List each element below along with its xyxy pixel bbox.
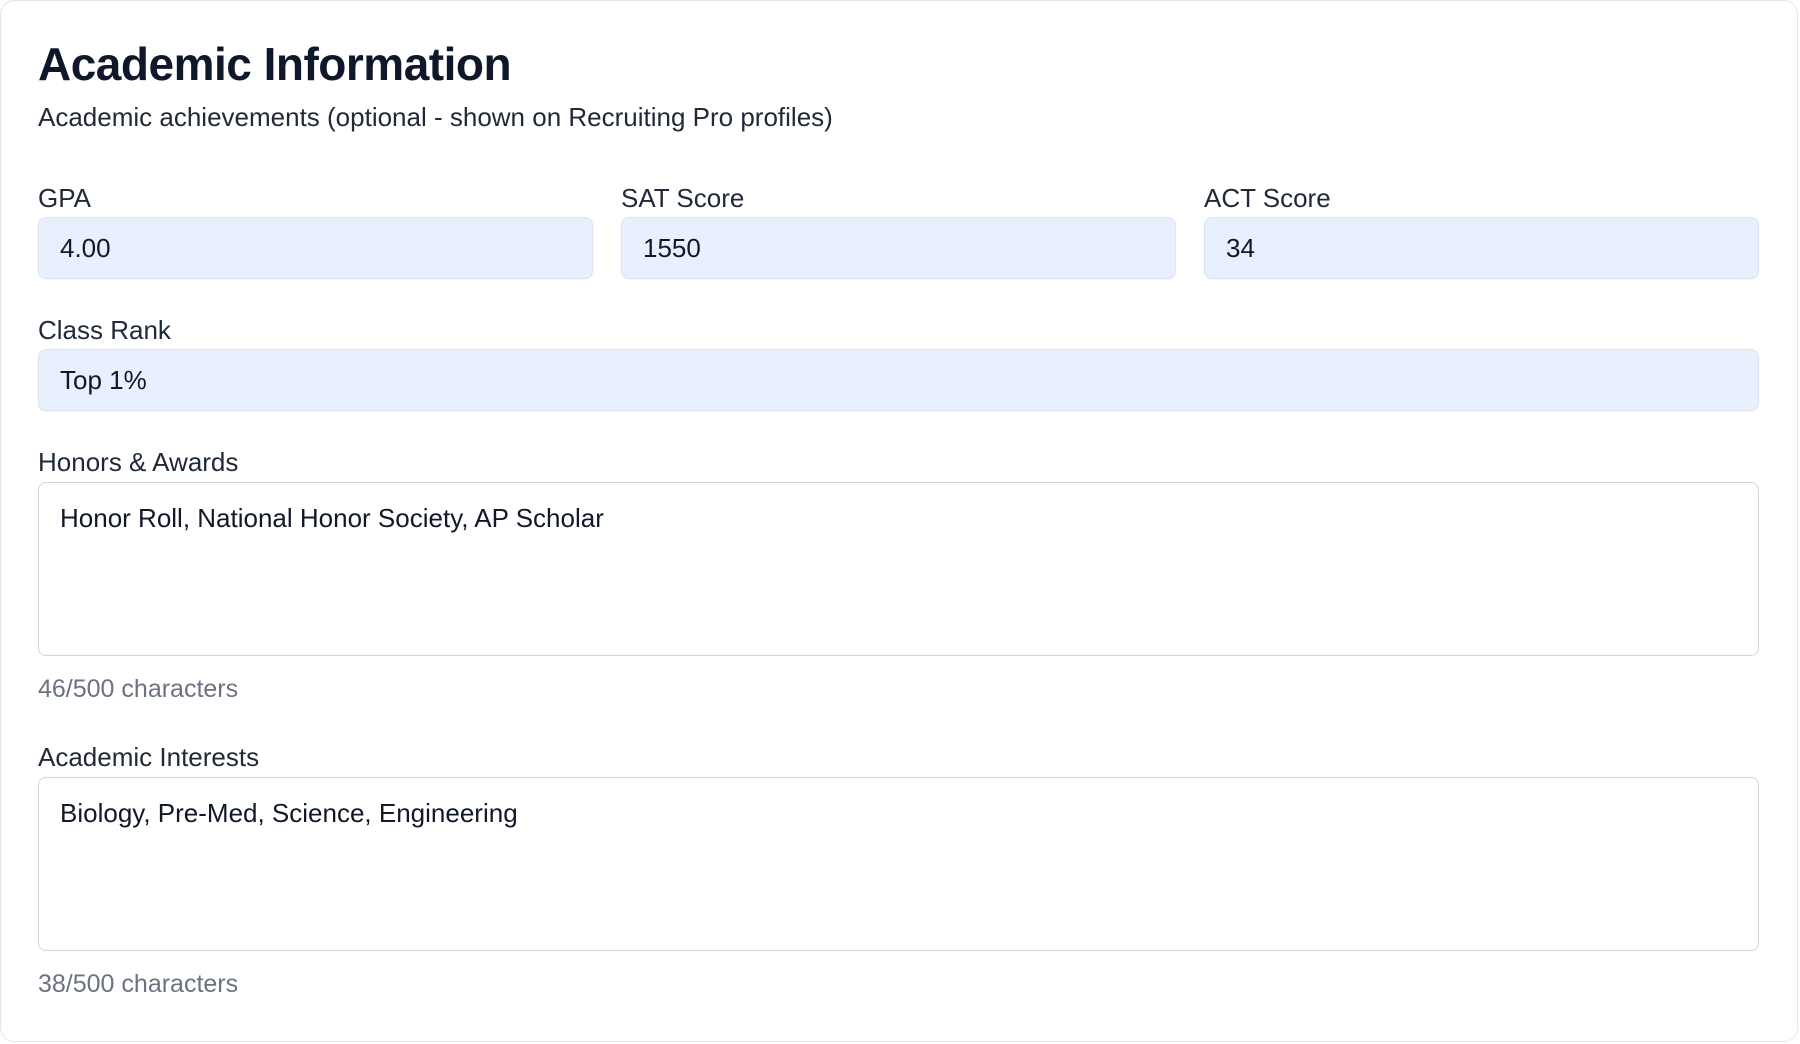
academic-interests-label: Academic Interests xyxy=(38,742,260,772)
academic-interests-textarea[interactable]: Biology, Pre-Med, Science, Engineering xyxy=(38,777,1759,951)
section-subtitle: Academic achievements (optional - shown … xyxy=(38,102,833,132)
honors-awards-textarea[interactable]: Honor Roll, National Honor Society, AP S… xyxy=(38,482,1759,656)
section-title: Academic Information xyxy=(38,38,512,90)
act-score-input[interactable] xyxy=(1204,217,1759,279)
interests-character-counter: 38/500 characters xyxy=(38,970,239,998)
class-rank-input[interactable] xyxy=(38,349,1759,411)
academic-info-card: Academic Information Academic achievemen… xyxy=(0,0,1798,1042)
act-score-label: ACT Score xyxy=(1204,183,1331,213)
class-rank-label: Class Rank xyxy=(38,315,171,345)
honors-awards-label: Honors & Awards xyxy=(38,447,239,477)
sat-score-input[interactable] xyxy=(621,217,1176,279)
sat-score-label: SAT Score xyxy=(621,183,745,213)
gpa-input[interactable] xyxy=(38,217,593,279)
gpa-label: GPA xyxy=(38,183,91,213)
honors-character-counter: 46/500 characters xyxy=(38,675,239,703)
